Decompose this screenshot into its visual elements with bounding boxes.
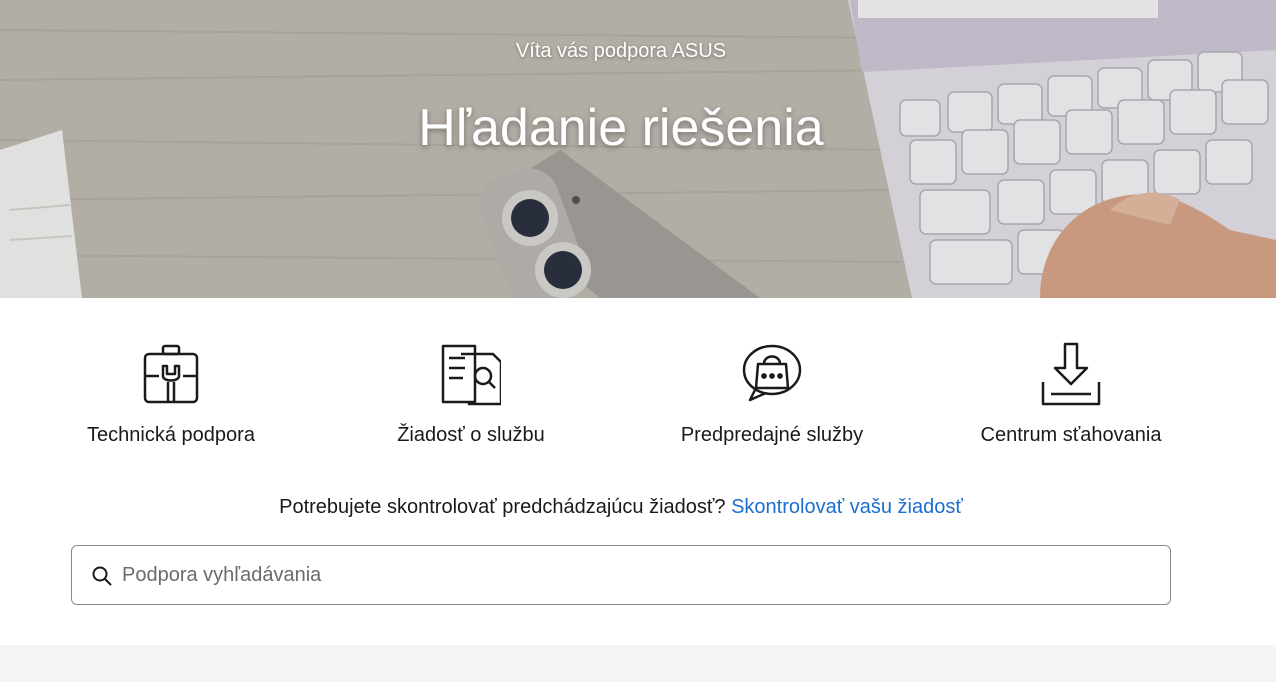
hero-title: Hľadanie riešenia bbox=[418, 99, 824, 157]
footer-band bbox=[0, 645, 1276, 682]
check-request-link[interactable]: Skontrolovať vašu žiadosť bbox=[731, 496, 963, 518]
support-categories: Technická podpora Žiadosť o službu Predp… bbox=[0, 340, 1276, 460]
check-request-text: Potrebujete skontrolovať predchádzajúcu … bbox=[279, 496, 726, 518]
category-label: Technická podpora bbox=[87, 424, 255, 446]
document-search-icon bbox=[441, 344, 501, 406]
search-icon bbox=[92, 566, 112, 586]
check-request-line: Potrebujete skontrolovať predchádzajúcu … bbox=[0, 496, 1242, 519]
category-download-center[interactable]: Centrum sťahovania bbox=[921, 340, 1221, 460]
search-input[interactable] bbox=[122, 554, 1152, 596]
category-label: Predpredajné služby bbox=[680, 424, 864, 446]
category-technical-support[interactable]: Technická podpora bbox=[21, 340, 321, 460]
category-label: Žiadosť o službu bbox=[397, 424, 545, 446]
category-label: Centrum sťahovania bbox=[980, 424, 1162, 446]
category-presales-services[interactable]: Predpredajné služby bbox=[622, 340, 922, 460]
hero-banner: Víta vás podpora ASUS Hľadanie riešenia bbox=[0, 0, 1276, 298]
toolbox-wrench-icon bbox=[143, 344, 199, 404]
chat-bag-icon bbox=[742, 344, 802, 402]
hero-subtitle: Víta vás podpora ASUS bbox=[515, 40, 727, 62]
download-tray-icon bbox=[1041, 342, 1101, 406]
category-service-request[interactable]: Žiadosť o službu bbox=[321, 340, 621, 460]
support-search-box[interactable] bbox=[71, 545, 1171, 605]
